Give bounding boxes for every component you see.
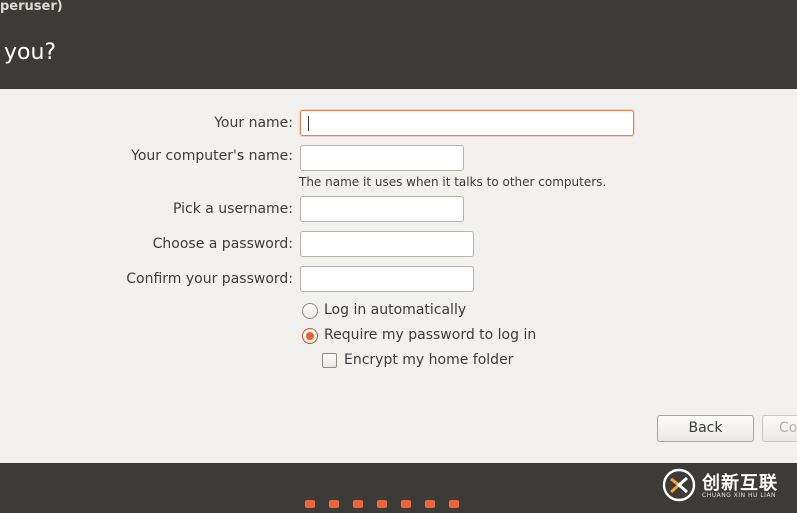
your-name-label: Your name: (214, 115, 293, 131)
confirm-password-label: Confirm your password: (126, 271, 293, 287)
require-password-label[interactable]: Require my password to log in (324, 327, 536, 343)
computer-name-hint: The name it uses when it talks to other … (299, 175, 607, 189)
installer-header: peruser) you? (0, 0, 797, 89)
progress-step-dot (377, 500, 387, 508)
password-input[interactable] (300, 231, 474, 257)
watermark-logo-icon (662, 468, 696, 502)
require-password-radio[interactable] (302, 328, 318, 344)
progress-step-dot (425, 500, 435, 508)
encrypt-home-label[interactable]: Encrypt my home folder (344, 352, 513, 368)
watermark-subtitle: CHUANG XIN HU LIAN (702, 492, 777, 499)
your-name-input[interactable] (300, 110, 634, 136)
login-automatically-radio[interactable] (302, 303, 318, 319)
encrypt-home-checkbox[interactable] (322, 353, 337, 368)
continue-button[interactable]: Co (762, 415, 797, 442)
user-setup-form: Your name: Your computer's name: The nam… (0, 89, 797, 463)
password-label: Choose a password: (152, 236, 293, 252)
username-label: Pick a username: (172, 201, 293, 217)
login-automatically-label[interactable]: Log in automatically (324, 302, 466, 318)
progress-step-dot (305, 500, 315, 508)
computer-name-input[interactable] (300, 145, 464, 171)
page-title: you? (4, 40, 57, 65)
back-button[interactable]: Back (657, 415, 754, 442)
progress-step-dot (329, 500, 339, 508)
window-title: peruser) (0, 0, 63, 14)
progress-step-dot (353, 500, 363, 508)
progress-step-dot (401, 500, 411, 508)
installer-footer: 创新互联 CHUANG XIN HU LIAN (0, 463, 797, 513)
computer-name-label: Your computer's name: (131, 148, 293, 164)
confirm-password-input[interactable] (300, 266, 474, 292)
text-caret (308, 116, 309, 131)
progress-step-dot (449, 500, 459, 508)
username-input[interactable] (300, 196, 464, 222)
